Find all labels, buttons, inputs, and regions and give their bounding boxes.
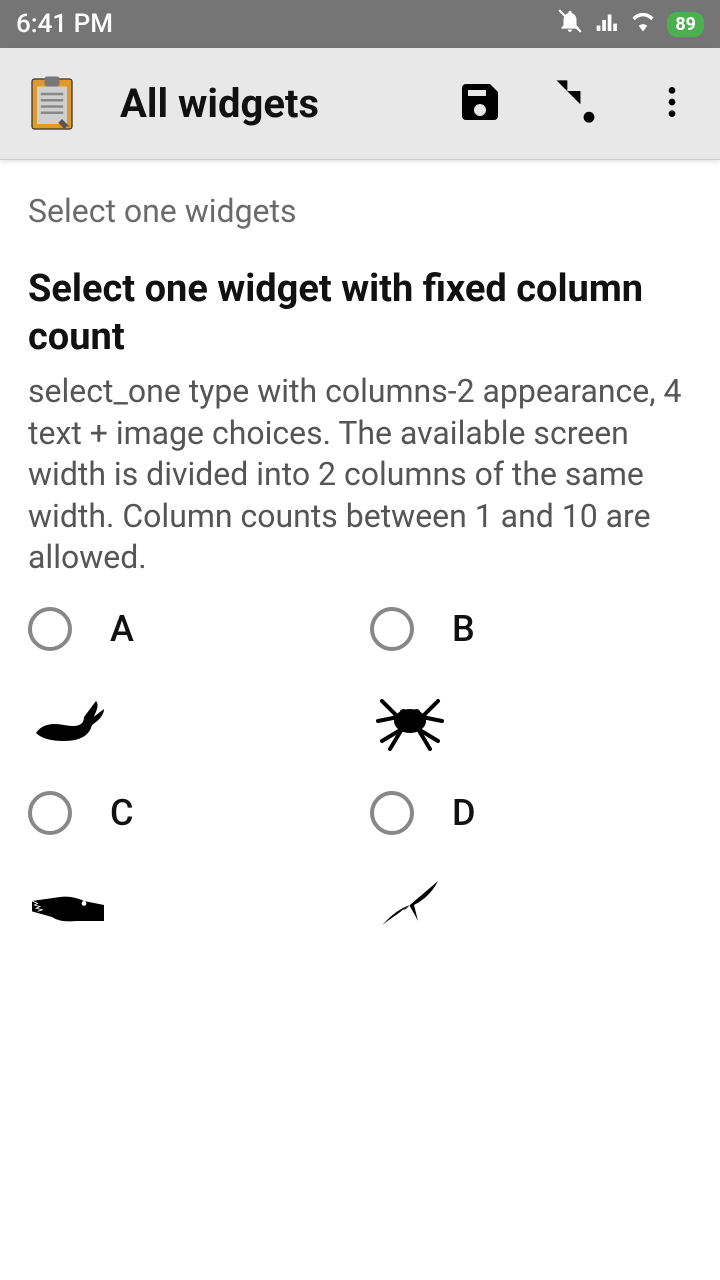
bird-icon <box>370 865 450 945</box>
radio-c[interactable] <box>28 791 72 835</box>
options-grid: A B <box>28 607 692 945</box>
goto-button[interactable] <box>548 76 604 132</box>
app-icon <box>16 68 88 140</box>
radio-b[interactable] <box>370 607 414 651</box>
option-a[interactable]: A <box>28 607 350 761</box>
question-hint: select_one type with columns-2 appearanc… <box>28 371 692 579</box>
save-icon <box>456 78 504 130</box>
option-label: C <box>110 792 134 834</box>
app-bar: All widgets <box>0 48 720 160</box>
option-label: B <box>452 608 475 650</box>
status-time: 6:41 PM <box>16 9 113 39</box>
status-icons: 89 <box>557 7 704 42</box>
battery-indicator: 89 <box>667 12 704 37</box>
option-d[interactable]: D <box>370 791 692 945</box>
wifi-icon <box>629 7 657 42</box>
radio-d[interactable] <box>370 791 414 835</box>
radio-a[interactable] <box>28 607 72 651</box>
option-b[interactable]: B <box>370 607 692 761</box>
question-title: Select one widget with fixed column coun… <box>28 266 692 361</box>
save-button[interactable] <box>452 76 508 132</box>
crocodile-icon <box>28 865 108 945</box>
form-content: Select one widgets Select one widget wit… <box>0 160 720 977</box>
signal-icon <box>593 8 619 41</box>
option-label: D <box>452 792 476 834</box>
app-title: All widgets <box>120 80 452 127</box>
alarm-off-icon <box>557 8 583 41</box>
more-vert-icon <box>652 82 692 126</box>
whale-icon <box>28 681 108 761</box>
frog-icon <box>370 681 450 761</box>
section-label: Select one widgets <box>28 192 692 230</box>
status-bar: 6:41 PM 89 <box>0 0 720 48</box>
overflow-menu-button[interactable] <box>644 76 700 132</box>
option-label: A <box>110 608 134 650</box>
arrow-down-right-icon <box>550 76 602 132</box>
option-c[interactable]: C <box>28 791 350 945</box>
